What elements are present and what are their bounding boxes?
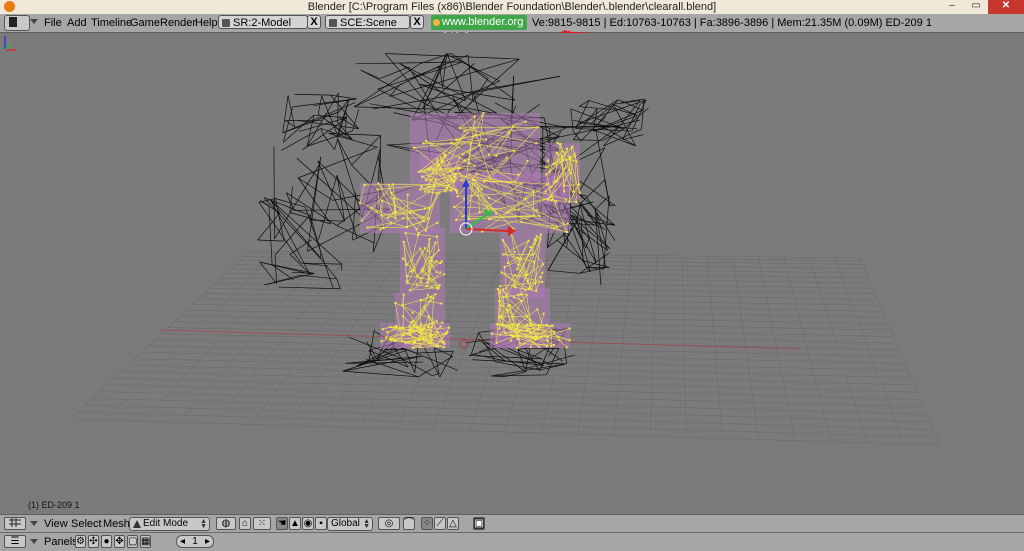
mode-label: Edit Mode: [143, 518, 188, 529]
menu-view[interactable]: View: [44, 518, 68, 530]
menu-select[interactable]: Select: [71, 518, 102, 530]
scale-icon[interactable]: ▪: [315, 517, 327, 530]
shading-panel-icon[interactable]: ●: [101, 535, 112, 548]
object-panel-icon[interactable]: ✥: [114, 535, 125, 548]
edit-mode-icon: [133, 520, 141, 528]
pivot-selector[interactable]: ⁙: [253, 517, 271, 530]
screen-selector[interactable]: SR:2-Model: [218, 15, 308, 29]
collapse-menus-icon[interactable]: [30, 539, 38, 544]
vertex-select-icon[interactable]: ⁘: [421, 517, 433, 530]
maximize-button[interactable]: ▭: [964, 0, 988, 14]
hand-icon[interactable]: ☚: [276, 517, 288, 530]
menu-file[interactable]: File: [44, 16, 62, 30]
menu-game[interactable]: Game: [130, 16, 160, 30]
screen-name: SR:2-Model: [233, 17, 291, 29]
panels-label: Panels: [44, 536, 78, 548]
menu-render[interactable]: Render: [160, 16, 196, 30]
orientation-label: Global: [331, 518, 360, 529]
minimize-button[interactable]: –: [940, 0, 964, 14]
rotate-icon[interactable]: ◉: [302, 517, 314, 530]
close-button[interactable]: ✕: [988, 0, 1024, 14]
updown-arrows-icon: ▲▼: [363, 519, 370, 529]
blender-org-link[interactable]: www.blender.org 249.2: [431, 15, 527, 30]
translate-icon[interactable]: ▲: [289, 517, 301, 530]
window-title: Blender [C:\Program Files (x86)\Blender …: [0, 0, 1024, 14]
mode-selector[interactable]: Edit Mode ▲▼: [129, 517, 210, 531]
scene-panel-icon[interactable]: ▦: [140, 535, 151, 548]
window-controls: – ▭ ✕: [940, 0, 1024, 14]
frame-value: 1: [192, 536, 198, 547]
delete-scene-button[interactable]: X: [410, 15, 424, 29]
edge-select-icon[interactable]: ⟋: [434, 517, 446, 530]
3d-view-header: View Select Mesh Edit Mode ▲▼ ◍ ⌂ ⁙ ☚ ▲ …: [0, 514, 1024, 533]
selected-mesh: [359, 112, 580, 349]
viewport-object-info: (1) ED-209 1: [28, 500, 80, 510]
buttons-window-header: ☰ Panels ⚙ ✣ ● ✥ ▢ ▦ ◂ 1 ▸: [0, 532, 1024, 551]
updown-arrows-icon: ▲▼: [200, 519, 207, 529]
proportional-edit-selector[interactable]: ◎: [378, 517, 400, 530]
collapse-menus-icon[interactable]: [30, 19, 38, 24]
menu-timeline[interactable]: Timeline: [91, 16, 132, 30]
orientation-selector[interactable]: Global ▲▼: [327, 517, 373, 531]
window-titlebar: Blender [C:\Program Files (x86)\Blender …: [0, 0, 1024, 15]
info-header: File Add Timeline Game Render Help SR:2-…: [0, 14, 1024, 33]
snap-icon[interactable]: ⌒: [403, 517, 415, 530]
collapse-menus-icon[interactable]: [30, 521, 38, 526]
face-select-icon[interactable]: △: [447, 517, 459, 530]
editing-panel-icon[interactable]: ▢: [127, 535, 138, 548]
3d-view-editor-type[interactable]: [4, 517, 26, 530]
scene-selector[interactable]: SCE:Scene: [325, 15, 410, 29]
script-panel-icon[interactable]: ✣: [88, 535, 99, 548]
scene-icon: [329, 19, 337, 27]
delete-screen-button[interactable]: X: [307, 15, 321, 29]
logic-panel-icon[interactable]: ⚙: [75, 535, 86, 548]
3d-viewport[interactable]: (1) ED-209 1: [0, 33, 1024, 514]
mesh-wireframe-scene: [0, 33, 1024, 514]
axis-gizmo-icon: [0, 33, 20, 55]
blender-logo-icon: [433, 19, 440, 26]
info-icon: [9, 17, 17, 27]
frame-next-arrow-icon[interactable]: ▸: [205, 536, 210, 547]
current-frame-field[interactable]: ◂ 1 ▸: [176, 535, 214, 548]
menu-mesh[interactable]: Mesh: [103, 518, 130, 530]
menu-add[interactable]: Add: [67, 16, 87, 30]
scene-name: SCE:Scene: [340, 17, 397, 29]
buttons-editor-type[interactable]: ☰: [4, 535, 26, 548]
menu-help[interactable]: Help: [195, 16, 218, 30]
screen-icon: [222, 19, 230, 27]
frame-prev-arrow-icon[interactable]: ◂: [180, 536, 185, 547]
render-icon[interactable]: ▣: [473, 517, 485, 530]
draw-type-selector[interactable]: ◍: [216, 517, 236, 530]
editor-type-selector[interactable]: [4, 15, 30, 31]
grid-icon: [9, 518, 21, 527]
occlude-icon[interactable]: ⌂: [239, 517, 251, 530]
